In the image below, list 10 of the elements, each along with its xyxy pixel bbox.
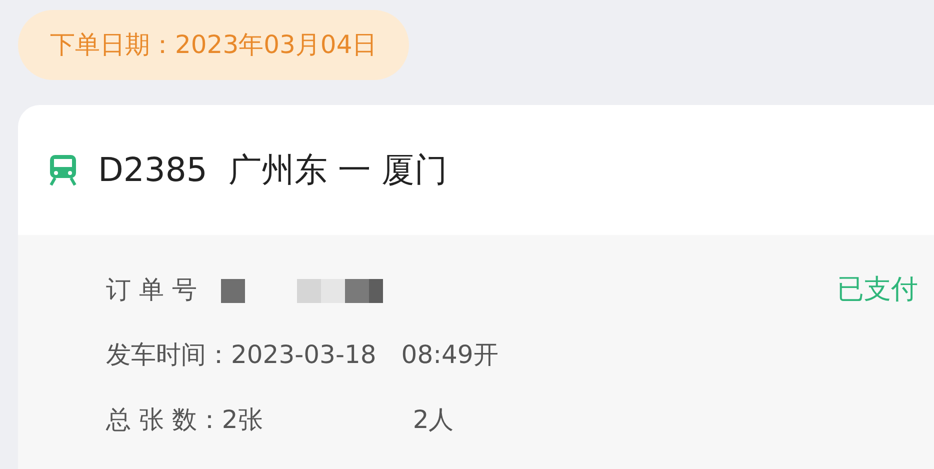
- detail-label: 订 单 号: [106, 274, 197, 306]
- detail-value: 2023-03-18 08:49开: [231, 339, 498, 372]
- trip-title: D2385 广州东 一 厦门: [98, 149, 448, 192]
- order-date-pill: 下单日期：2023年03月04日: [18, 10, 410, 80]
- detail-value: 2张: [222, 404, 263, 436]
- detail-label: 总 张 数：: [106, 404, 222, 436]
- payment-status: 已支付: [837, 272, 918, 307]
- train-icon: [48, 153, 78, 187]
- detail-label: 发车时间：: [106, 339, 231, 372]
- detail-extra: 2人: [412, 404, 454, 436]
